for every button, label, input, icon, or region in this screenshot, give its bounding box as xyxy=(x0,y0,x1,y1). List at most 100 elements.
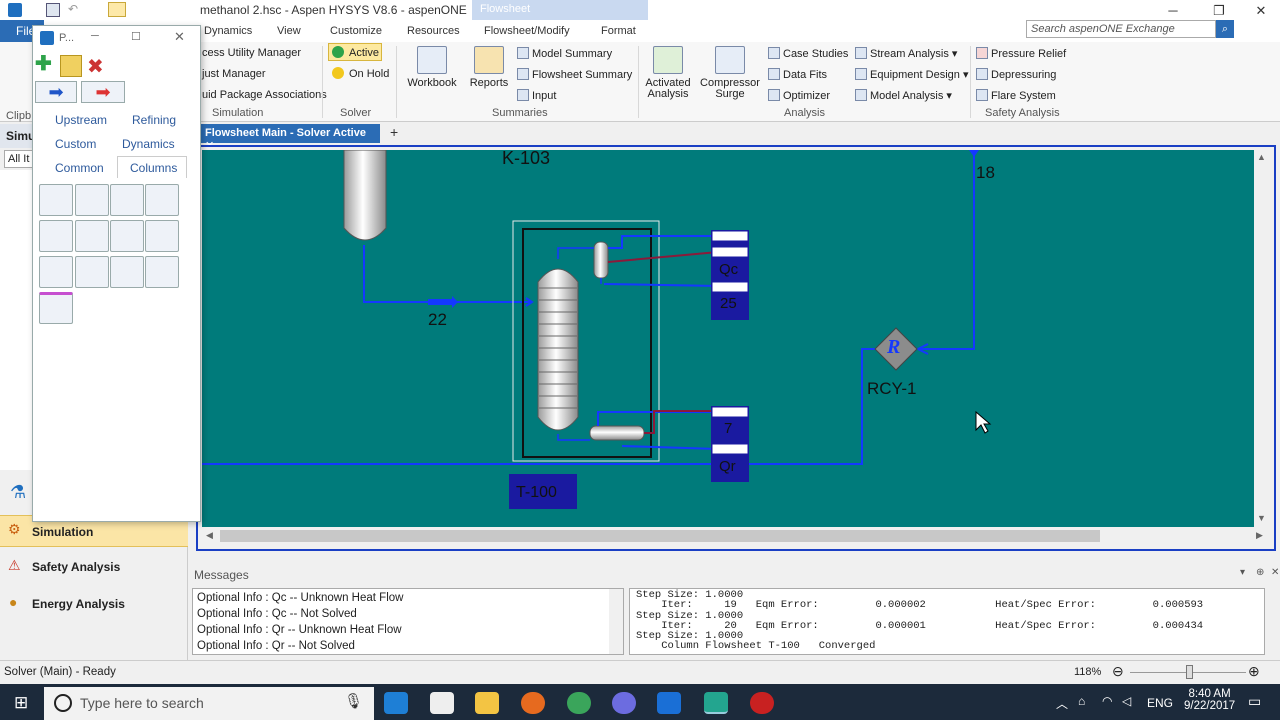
pressure-relief-button[interactable]: Pressure Relief xyxy=(976,47,1066,60)
zoom-in-icon[interactable]: ⊕ xyxy=(1248,663,1260,680)
separator-vessel[interactable] xyxy=(343,150,387,241)
palette-minimize-button[interactable]: ─ xyxy=(91,30,99,42)
qc-energy-line[interactable] xyxy=(607,251,719,263)
reactive-distillation-icon[interactable] xyxy=(110,256,144,288)
stream-25-tag[interactable] xyxy=(711,281,749,293)
reboiled-absorber-icon[interactable] xyxy=(75,184,109,216)
input-button[interactable]: Input xyxy=(517,89,556,102)
tab-format[interactable]: Format xyxy=(601,25,636,37)
scroll-up-icon[interactable]: ▲ xyxy=(1257,152,1266,162)
chrome-icon[interactable] xyxy=(567,692,591,714)
stream-22-line[interactable] xyxy=(363,245,522,303)
custom-column-icon[interactable] xyxy=(39,292,73,324)
palette-refining[interactable]: Refining xyxy=(132,113,176,127)
messages-dropdown-icon[interactable]: ▾ xyxy=(1240,567,1245,578)
scroll-right-icon[interactable]: ▶ xyxy=(1256,530,1263,541)
messages-scrollbar[interactable] xyxy=(609,589,623,654)
firefox-icon[interactable] xyxy=(521,692,545,714)
optimizer-button[interactable]: Optimizer xyxy=(768,89,830,102)
workbook-button[interactable]: Workbook xyxy=(404,46,460,89)
condenser[interactable] xyxy=(593,241,609,279)
adjust-manager-button[interactable]: just Manager xyxy=(202,68,266,80)
tab-view[interactable]: View xyxy=(277,25,301,37)
edge-icon[interactable] xyxy=(384,692,408,714)
language-indicator[interactable]: ENG xyxy=(1147,696,1173,710)
add-icon[interactable]: ✚ xyxy=(35,54,55,75)
store-icon[interactable] xyxy=(430,692,454,714)
qr-tag[interactable] xyxy=(711,443,749,455)
tab-dynamics[interactable]: Dynamics xyxy=(204,25,252,37)
microphone-icon[interactable]: 🎙 xyxy=(344,692,363,710)
tab-resources[interactable]: Resources xyxy=(407,25,460,37)
absorber-icon[interactable] xyxy=(39,184,73,216)
windows-start-icon[interactable]: ⊞ xyxy=(14,693,28,713)
zoom-out-icon[interactable]: ⊖ xyxy=(1112,663,1124,680)
stream-25-line[interactable] xyxy=(603,283,719,287)
palette-custom[interactable]: Custom xyxy=(55,137,96,151)
liquid-liquid-extractor-icon[interactable] xyxy=(75,220,109,252)
material-stream-arrow-icon[interactable]: ➡ xyxy=(35,81,77,103)
scroll-left-icon[interactable]: ◀ xyxy=(206,530,213,541)
save-icon[interactable] xyxy=(46,3,60,17)
side-stripper-icon[interactable] xyxy=(75,256,109,288)
equipment-design-button[interactable]: Equipment Design ▾ xyxy=(855,68,968,81)
palette-columns[interactable]: Columns xyxy=(130,161,177,175)
notifications-icon[interactable]: ▭ xyxy=(1248,693,1261,710)
volume-icon[interactable]: ◁ xyxy=(1122,694,1131,708)
qr-energy-line[interactable] xyxy=(644,410,718,434)
nav-energy-analysis[interactable]: Energy Analysis xyxy=(0,588,188,620)
tray-chevron-icon[interactable]: ︿ xyxy=(1056,695,1068,712)
model-palette-window[interactable]: P... ─ ☐ ✕ ✚ ✖ ➡ ➡ Upstream Refining Cus… xyxy=(32,25,201,522)
undo-icon[interactable]: ↶ xyxy=(68,2,78,16)
compressor-surge-button[interactable]: Compressor Surge xyxy=(700,46,760,100)
taskbar-search-input[interactable]: Type here to search xyxy=(44,687,374,720)
flowsheet-summary-button[interactable]: Flowsheet Summary xyxy=(517,68,632,81)
short-cut-column-icon[interactable] xyxy=(110,220,144,252)
messages-list[interactable]: Optional Info : Qc -- Unknown Heat Flow … xyxy=(192,588,624,655)
palette-upstream[interactable]: Upstream xyxy=(55,113,107,127)
palette-close-button[interactable]: ✕ xyxy=(174,29,185,45)
three-phase-distillation-icon[interactable] xyxy=(39,220,73,252)
distillation-column[interactable] xyxy=(537,268,579,431)
folder-icon[interactable] xyxy=(108,2,126,17)
aspen-icon[interactable] xyxy=(657,692,681,714)
qc-tag[interactable] xyxy=(711,246,749,258)
on-hold-button[interactable]: On Hold xyxy=(349,68,389,80)
tab-flowsheet-modify[interactable]: Flowsheet/Modify xyxy=(484,25,570,37)
stream-22-arrow[interactable] xyxy=(428,296,458,308)
recorder-icon[interactable] xyxy=(750,692,774,714)
column-sub-flowsheet-icon[interactable] xyxy=(145,256,179,288)
activated-analysis-button[interactable]: Activated Analysis xyxy=(643,46,693,100)
messages-pin-icon[interactable]: ⊕ xyxy=(1256,567,1264,578)
data-fits-button[interactable]: Data Fits xyxy=(768,68,827,81)
restore-button[interactable]: ❐ xyxy=(1196,0,1242,22)
delete-icon[interactable]: ✖ xyxy=(87,54,104,79)
refluxed-absorber-icon[interactable] xyxy=(110,184,144,216)
wifi-icon[interactable]: ◠ xyxy=(1102,694,1112,708)
distillation-column-icon[interactable] xyxy=(145,184,179,216)
condenser-duty-line[interactable] xyxy=(608,235,718,249)
flare-system-button[interactable]: Flare System xyxy=(976,89,1056,102)
network-icon[interactable]: ⌂ xyxy=(1078,694,1085,708)
energy-stream-arrow-icon[interactable]: ➡ xyxy=(81,81,125,103)
lock-icon[interactable] xyxy=(60,55,82,77)
scroll-down-icon[interactable]: ▼ xyxy=(1257,513,1266,523)
app-icon[interactable] xyxy=(612,692,636,714)
search-input[interactable]: Search aspenONE Exchange xyxy=(1026,20,1216,38)
solver-trace[interactable]: Step Size: 1.0000 Iter: 19 Eqm Error: 0.… xyxy=(629,588,1265,655)
reports-button[interactable]: Reports xyxy=(466,46,512,89)
tab-flowsheet-main[interactable]: Flowsheet Main - Solver Active ✕ xyxy=(200,124,380,152)
stream-analysis-button[interactable]: Stream Analysis ▾ xyxy=(855,47,957,60)
scroll-thumb[interactable] xyxy=(220,530,1100,542)
palette-maximize-button[interactable]: ☐ xyxy=(131,30,141,43)
depressuring-button[interactable]: Depressuring xyxy=(976,68,1056,81)
file-explorer-icon[interactable] xyxy=(475,692,499,714)
flowsheet-canvas[interactable]: K-103 22 18 RCY-1 R T-100 Qc 25 7 Qr xyxy=(202,148,1254,527)
stream-7-tag[interactable] xyxy=(711,406,749,418)
tab-customize[interactable]: Customize xyxy=(330,25,382,37)
search-icon[interactable]: ⌕ xyxy=(1216,20,1234,38)
palette-common[interactable]: Common xyxy=(55,161,104,175)
case-studies-button[interactable]: Case Studies xyxy=(768,47,848,60)
palette-dynamics[interactable]: Dynamics xyxy=(122,137,175,151)
minimize-button[interactable]: ─ xyxy=(1150,0,1196,22)
